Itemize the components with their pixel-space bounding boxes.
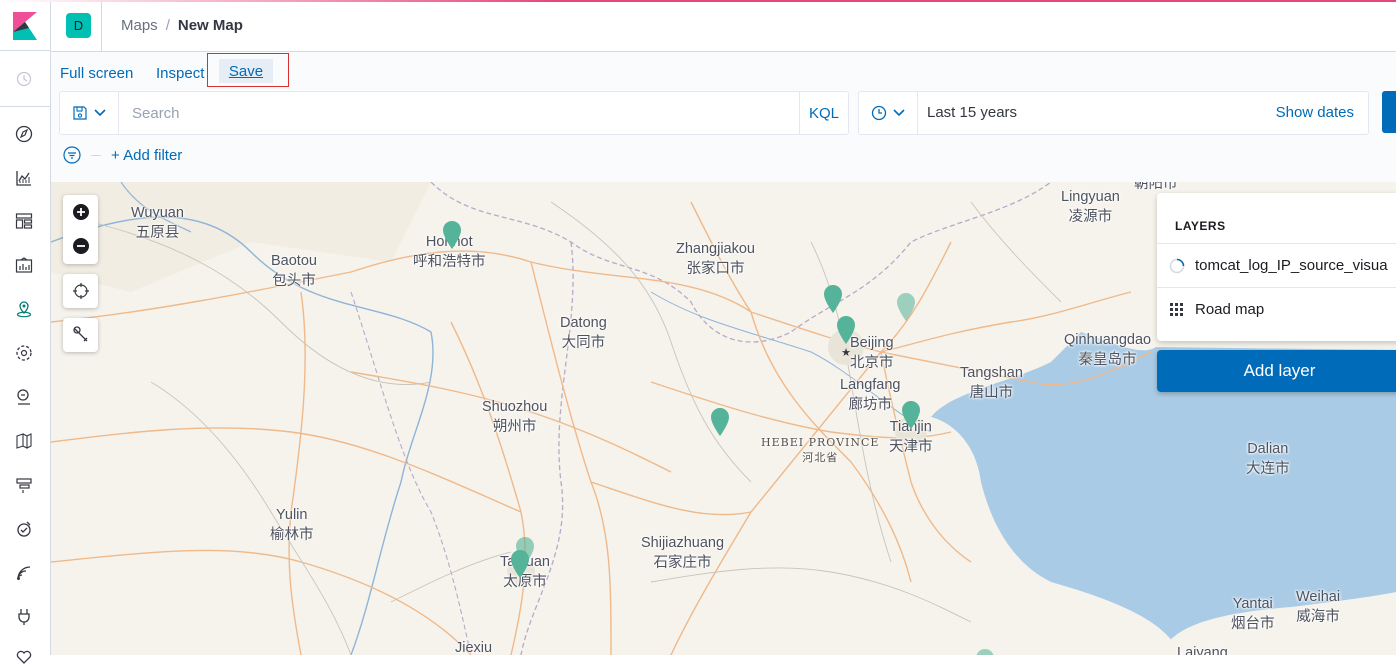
- chevron-down-icon: [94, 109, 106, 117]
- map-label-jiexiu: Jiexiu: [455, 640, 493, 655]
- map-label-weihai: Weihai 威海市: [1296, 589, 1341, 625]
- map-label-wuyuan: Wuyuan 五原县: [131, 205, 184, 241]
- discover-compass-icon[interactable]: [13, 123, 35, 145]
- breadcrumb: Maps / New Map: [121, 17, 243, 34]
- header-bar: D Maps / New Map: [51, 2, 1396, 52]
- recent-clock-icon[interactable]: [13, 68, 35, 90]
- uptime-icon[interactable]: [13, 518, 35, 540]
- saved-query-button[interactable]: [60, 92, 119, 134]
- fit-bounds-control: [63, 274, 98, 308]
- map-canvas[interactable]: ★ Wuyuan五原县 Baotou包头市 Hohhot呼和浩特市 Zhangj…: [51, 182, 1396, 655]
- quick-menu-button[interactable]: [859, 92, 918, 134]
- kql-toggle[interactable]: KQL: [799, 92, 848, 134]
- ml-icon[interactable]: [13, 342, 35, 364]
- map-pin-marker[interactable]: [896, 292, 916, 322]
- map-label-lingyuan: Lingyuan 凌源市: [1061, 189, 1120, 225]
- time-range-label[interactable]: Last 15 years: [927, 104, 1017, 121]
- fit-to-data-button[interactable]: [63, 274, 98, 308]
- map-pin-marker[interactable]: [823, 284, 843, 314]
- infrastructure-icon[interactable]: [13, 386, 35, 408]
- monitoring-heart-icon[interactable]: [13, 646, 35, 668]
- space-avatar[interactable]: D: [66, 13, 91, 38]
- query-bar: KQL: [59, 91, 849, 135]
- breadcrumb-maps[interactable]: Maps: [121, 17, 158, 34]
- logs-icon[interactable]: [13, 430, 35, 452]
- map-label-yantai: Yantai 烟台市: [1231, 596, 1275, 632]
- map-pin-marker[interactable]: [510, 549, 530, 579]
- layer-row-road-map[interactable]: Road map: [1157, 287, 1396, 331]
- clock-icon: [871, 105, 887, 121]
- layer-control-panel: LAYERS tomcat_log_IP_source_visua Road m…: [1157, 193, 1396, 341]
- map-pin-marker[interactable]: [710, 407, 730, 437]
- map-label-hebei: HEBEI PROVINCE 河北省: [761, 436, 880, 464]
- filter-bar: + Add filter: [63, 146, 182, 164]
- map-label-yulin: Yulin 榆林市: [270, 507, 314, 543]
- layer-name: Road map: [1195, 301, 1265, 318]
- loading-circle-icon: [1169, 258, 1185, 273]
- map-label-beijing: Beijing 北京市: [850, 335, 894, 371]
- inspect-link[interactable]: Inspect: [156, 65, 204, 82]
- map-pin-marker[interactable]: [836, 315, 856, 345]
- breadcrumb-current: New Map: [177, 17, 243, 34]
- plus-circle-icon: [72, 204, 89, 220]
- layer-row-tomcat[interactable]: tomcat_log_IP_source_visua: [1157, 243, 1396, 287]
- apm-icon[interactable]: [13, 474, 35, 496]
- chevron-down-icon: [893, 109, 905, 117]
- layer-name: tomcat_log_IP_source_visua: [1195, 257, 1388, 274]
- wrench-icon: [72, 326, 87, 342]
- map-label-langfang: Langfang 廊坊市: [840, 377, 901, 413]
- visualize-chart-icon[interactable]: [13, 167, 35, 189]
- save-disk-icon: [73, 106, 87, 120]
- breadcrumb-separator: /: [165, 17, 170, 34]
- add-layer-button[interactable]: Add layer: [1157, 350, 1396, 392]
- zoom-in-button[interactable]: [63, 195, 98, 229]
- map-label-datong: Datong 大同市: [560, 315, 607, 351]
- sidebar-divider: [0, 50, 51, 51]
- layers-title: LAYERS: [1175, 219, 1226, 233]
- map-label-baotou: Baotou 包头市: [271, 253, 317, 289]
- map-label-dalian: Dalian 大连市: [1246, 441, 1290, 477]
- zoom-controls: [63, 195, 98, 264]
- map-label-shuozhou: Shuozhou 朔州市: [482, 399, 548, 435]
- dev-tools-icon[interactable]: [13, 605, 35, 627]
- sidebar-divider: [0, 106, 51, 107]
- fullscreen-link[interactable]: Full screen: [60, 65, 133, 82]
- tools-button[interactable]: [63, 318, 98, 352]
- refresh-button[interactable]: [1382, 91, 1396, 133]
- maps-icon[interactable]: [13, 298, 35, 320]
- map-label-tangshan: Tangshan 唐山市: [960, 365, 1023, 401]
- side-nav: [0, 2, 51, 664]
- canvas-icon[interactable]: [13, 254, 35, 276]
- header-divider: [101, 2, 102, 52]
- map-label-laiyang: Laiyang: [1177, 645, 1228, 655]
- dashboard-icon[interactable]: [13, 210, 35, 232]
- top-nav-toolbar: Full screen Inspect Save KQL Last 15 yea…: [51, 52, 1396, 182]
- map-pin-marker[interactable]: [442, 220, 462, 250]
- grid-icon: [1170, 302, 1183, 316]
- filter-options-icon[interactable]: [63, 146, 81, 164]
- save-button[interactable]: Save: [219, 59, 273, 83]
- map-label-qinhuangdao: Qinhuangdao 秦皇岛市: [1064, 332, 1152, 368]
- filter-divider: [91, 154, 101, 156]
- crosshair-icon: [72, 283, 89, 299]
- tools-control: [63, 318, 98, 352]
- search-input[interactable]: [120, 92, 800, 134]
- map-label-zhangjiakou: Zhangjiakou 张家口市: [676, 241, 755, 277]
- map-label-shijiazhuang: Shijiazhuang 石家庄市: [641, 535, 725, 571]
- map-pin-marker[interactable]: [901, 400, 921, 430]
- show-dates-link[interactable]: Show dates: [1276, 104, 1354, 121]
- minus-circle-icon: [72, 238, 89, 254]
- siem-icon[interactable]: [13, 562, 35, 584]
- map-pin-marker[interactable]: [975, 648, 995, 655]
- time-picker: Last 15 years Show dates: [858, 91, 1369, 135]
- add-filter-button[interactable]: + Add filter: [111, 147, 182, 164]
- kibana-logo[interactable]: [13, 12, 37, 40]
- zoom-out-button[interactable]: [63, 229, 98, 263]
